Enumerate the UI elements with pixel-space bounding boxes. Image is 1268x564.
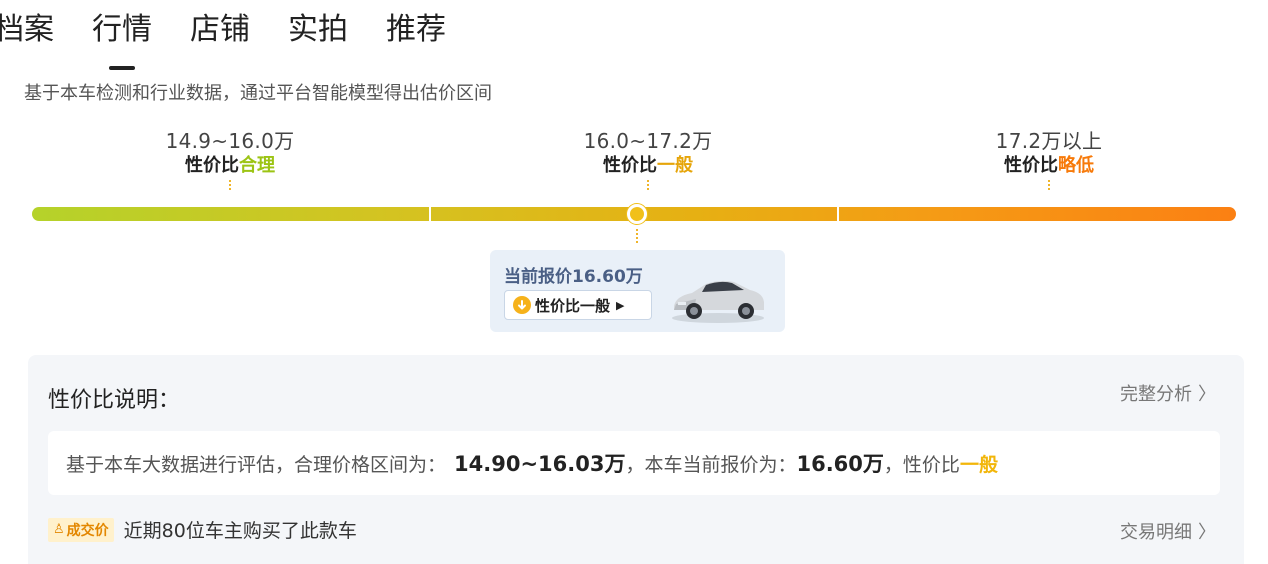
segment-range: 14.9~16.0万	[165, 129, 295, 153]
segment-prefix: 性价比	[1004, 155, 1058, 176]
segment-verdict: 略低	[1058, 155, 1094, 176]
segment-prefix: 性价比	[185, 155, 239, 176]
bar-divider	[837, 205, 839, 223]
segment-range: 16.0~17.2万	[583, 129, 713, 153]
segment-label: 性价比合理	[100, 154, 360, 178]
value-explanation-panel: 性价比说明： 完整分析〉 基于本车大数据进行评估，合理价格区间为： 14.90~…	[28, 355, 1244, 564]
explanation-verdict: 一般	[959, 453, 998, 476]
deal-text: 近期80位车主购买了此款车	[123, 520, 357, 542]
explanation-text-box: 基于本车大数据进行评估，合理价格区间为： 14.90~16.03万 ，本车当前报…	[48, 431, 1220, 495]
segment-label: 性价比略低	[919, 154, 1179, 178]
current-price-marker	[627, 204, 647, 224]
panel-title: 性价比说明：	[48, 388, 181, 413]
subtitle: 基于本车检测和行业数据，通过平台智能模型得出估价区间	[24, 83, 492, 104]
segment-label: 性价比一般	[518, 154, 778, 178]
person-icon: ♙	[53, 522, 65, 537]
segment-pointer	[229, 180, 231, 190]
current-price-card[interactable]: 当前报价16.60万 性价比一般 ▶	[490, 250, 785, 332]
deal-price-tag: ♙ 成交价	[48, 517, 114, 542]
explanation-mid: ，本车当前报价为：	[625, 453, 797, 476]
chevron-right-icon: 〉	[1198, 384, 1216, 405]
fair-price-range: 14.90~16.03万	[454, 452, 626, 476]
tab-bar: 档案 行情 店铺 实拍 推荐	[0, 10, 484, 70]
explanation-suffix: ，性价比	[883, 453, 960, 476]
full-analysis-label: 完整分析	[1120, 384, 1192, 405]
down-arrow-icon	[513, 296, 531, 314]
tab-photos[interactable]: 实拍	[288, 10, 348, 60]
play-arrow-icon: ▶	[616, 298, 625, 312]
segment-prefix: 性价比	[603, 155, 657, 176]
segment-fair: 14.9~16.0万 性价比合理	[100, 128, 360, 190]
explanation-prefix: 基于本车大数据进行评估，合理价格区间为：	[66, 453, 447, 476]
car-thumbnail	[672, 280, 764, 323]
transaction-details-label: 交易明细	[1120, 522, 1192, 543]
tab-recommend[interactable]: 推荐	[386, 10, 446, 60]
current-price-value: 16.60万	[796, 452, 884, 476]
current-price-text: 当前报价16.60万	[504, 267, 643, 287]
tab-market[interactable]: 行情	[92, 10, 152, 70]
value-badge-button[interactable]: 性价比一般 ▶	[504, 290, 652, 320]
transaction-details-link[interactable]: 交易明细〉	[1120, 518, 1216, 544]
segment-low: 17.2万以上 性价比略低	[919, 128, 1179, 190]
price-analysis-page: 档案 行情 店铺 实拍 推荐 基于本车检测和行业数据，通过平台智能模型得出估价区…	[0, 0, 1268, 564]
full-analysis-link[interactable]: 完整分析〉	[1120, 380, 1216, 406]
segment-average: 16.0~17.2万 性价比一般	[518, 128, 778, 190]
deal-row: ♙ 成交价 近期80位车主购买了此款车	[48, 516, 357, 543]
marker-pointer	[636, 229, 638, 243]
bar-divider	[429, 205, 431, 223]
segment-verdict: 合理	[239, 155, 275, 176]
value-badge-label: 性价比一般	[535, 296, 611, 315]
segment-pointer	[1048, 180, 1050, 190]
segment-range: 17.2万以上	[995, 129, 1103, 153]
tab-archive[interactable]: 档案	[0, 10, 54, 60]
segment-verdict: 一般	[657, 155, 693, 176]
segment-pointer	[647, 180, 649, 190]
chevron-right-icon: 〉	[1198, 522, 1216, 543]
tab-store[interactable]: 店铺	[190, 10, 250, 60]
deal-tag-label: 成交价	[66, 522, 109, 539]
